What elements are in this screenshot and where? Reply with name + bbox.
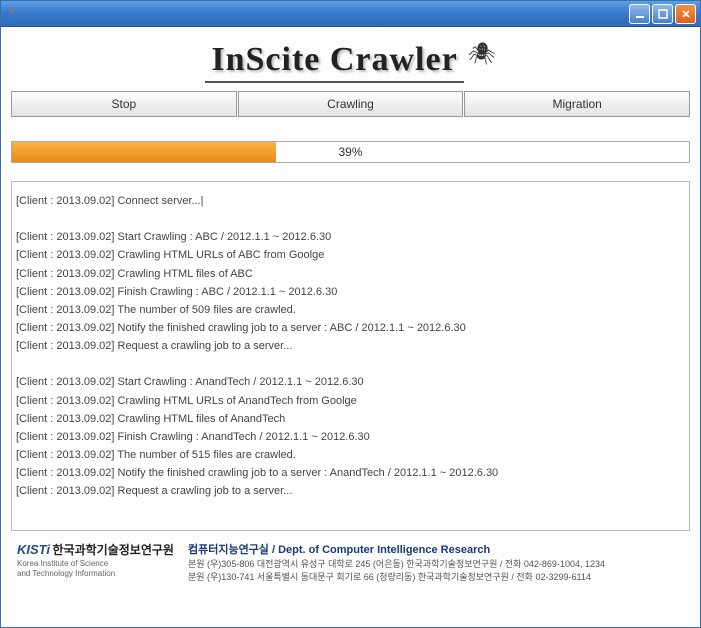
app-window: InScite Crawler🕷 Stop Crawling Migration… [0, 0, 701, 628]
org-name-en1: Korea Institute of Science [17, 559, 108, 568]
footer-org-logo: KISTi 한국과학기술정보연구원 Korea Institute of Sci… [17, 543, 174, 579]
log-output[interactable]: [Client : 2013.09.02] Connect server...|… [11, 181, 690, 531]
tab-bar: Stop Crawling Migration [11, 91, 690, 117]
org-name-kr: 한국과학기술정보연구원 [53, 543, 174, 557]
tab-crawling[interactable]: Crawling [238, 91, 464, 117]
spider-icon: 🕷 [468, 41, 496, 67]
logo-area: InScite Crawler🕷 [11, 35, 690, 83]
footer: KISTi 한국과학기술정보연구원 Korea Institute of Sci… [11, 543, 690, 584]
address-2: 분원 (우)130-741 서울특별시 동대문구 회기로 66 (청량리동) 한… [188, 571, 605, 584]
maximize-button[interactable] [652, 4, 673, 24]
kisti-logo-text: KISTi [17, 542, 50, 557]
footer-info: 컴퓨터지능연구실 / Dept. of Computer Intelligenc… [188, 543, 605, 584]
org-name-en2: and Technology Information [17, 569, 115, 578]
content-area: InScite Crawler🕷 Stop Crawling Migration… [1, 27, 700, 627]
dept-name: 컴퓨터지능연구실 / Dept. of Computer Intelligenc… [188, 543, 605, 558]
window-controls [629, 4, 696, 24]
app-logo-text: InScite Crawler [205, 41, 463, 83]
close-button[interactable] [675, 4, 696, 24]
address-1: 본원 (우)305-806 대전광역시 유성구 대학로 245 (어은동) 한국… [188, 558, 605, 571]
java-icon [5, 6, 21, 22]
progress-label: 39% [12, 142, 689, 162]
titlebar [1, 1, 700, 27]
minimize-button[interactable] [629, 4, 650, 24]
tab-stop[interactable]: Stop [11, 91, 237, 117]
progress-bar: 39% [11, 141, 690, 163]
tab-migration[interactable]: Migration [464, 91, 690, 117]
